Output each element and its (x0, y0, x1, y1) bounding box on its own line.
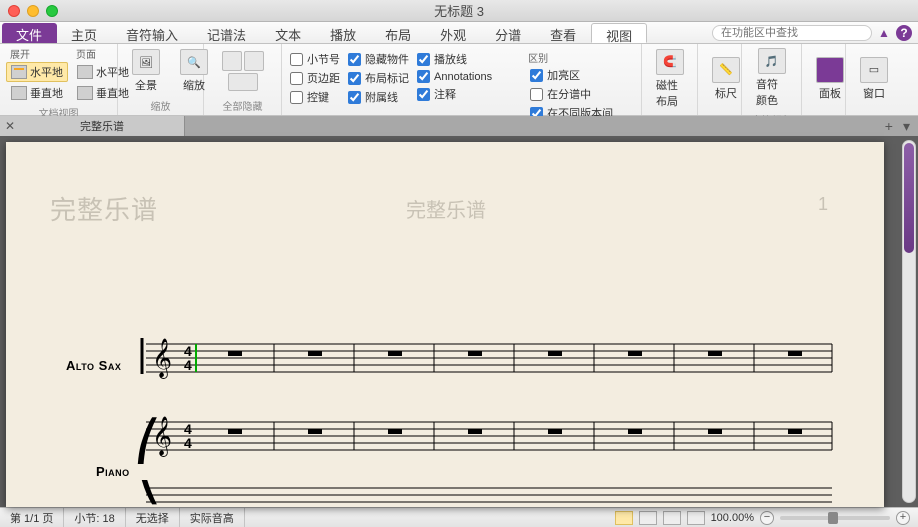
title-bar: 无标题 3 (0, 0, 918, 22)
tab-play[interactable]: 播放 (316, 22, 371, 43)
svg-text:𝄞: 𝄞 (152, 339, 172, 379)
margins-checkbox[interactable]: 页边距 (288, 69, 342, 87)
attach-lines-checkbox[interactable]: 附属线 (346, 88, 411, 106)
hidden-objects-checkbox[interactable]: 隐藏物件 (346, 50, 411, 68)
bar-numbers-checkbox[interactable]: 小节号 (288, 50, 342, 68)
ruler-icon: 📏 (712, 57, 740, 83)
status-bar-number[interactable]: 小节: 18 (64, 508, 125, 527)
svg-text:4: 4 (184, 357, 192, 373)
magnetic-layout-button[interactable]: 🧲磁性布局 (648, 46, 692, 111)
collapse-ribbon-button[interactable]: ▲ (878, 27, 890, 39)
document-tab[interactable]: 完整乐谱 (20, 116, 185, 136)
zoom-value: 100.00% (711, 512, 754, 524)
document-tabstrip: ✕ 完整乐谱 + ▾ (0, 116, 918, 136)
ribbon-tabs: 文件 主页 音符输入 记谱法 文本 播放 布局 外观 分谱 查看 视图 ▲ ? (0, 22, 918, 44)
window-icon: ▭ (860, 57, 888, 83)
status-pitch[interactable]: 实际音高 (180, 508, 245, 527)
comments-checkbox[interactable]: 注释 (415, 85, 494, 103)
staff-piano-treble: ⎛ 𝄞 44 (134, 414, 834, 464)
in-parts-checkbox[interactable]: 在分谱中 (528, 85, 615, 103)
hide-icon-2 (244, 51, 264, 71)
ribbon: 展开 水平地 垂直地 页面 水平地 垂直地 文档视图 🖼全景 🔍缩放 缩放 (0, 44, 918, 116)
close-tab-button[interactable]: ✕ (0, 116, 20, 136)
tab-view[interactable]: 视图 (591, 23, 647, 43)
watermark-left: 完整乐谱 (50, 190, 158, 227)
keys-checkbox[interactable]: 控键 (288, 88, 342, 106)
arrange-label: 区别 (528, 50, 615, 65)
score-canvas[interactable]: 完整乐谱 完整乐谱 1 Alto Sax Piano 𝄞 44 ⎛ 𝄞 44 (0, 136, 918, 507)
zoom-out-button[interactable]: − (760, 511, 774, 525)
score-page: 完整乐谱 完整乐谱 1 Alto Sax Piano 𝄞 44 ⎛ 𝄞 44 (6, 142, 884, 507)
window-button[interactable]: ▭窗口 (852, 46, 896, 111)
ribbon-search-input[interactable] (712, 25, 872, 41)
note-color-button[interactable]: 🎵音符颜色 (748, 46, 795, 110)
highlight-checkbox[interactable]: 加亮区 (528, 66, 615, 84)
svg-text:4: 4 (184, 435, 192, 451)
viewmode-2-button[interactable] (639, 511, 657, 525)
tab-appearance[interactable]: 外观 (426, 22, 481, 43)
vertical-expand-button[interactable]: 垂直地 (6, 83, 68, 103)
page-number: 1 (818, 194, 828, 215)
zoom-slider-thumb[interactable] (828, 512, 838, 524)
watermark-center: 完整乐谱 (406, 194, 486, 223)
tab-note-input[interactable]: 音符输入 (112, 22, 193, 43)
staff-alto-sax: 𝄞 44 (134, 336, 834, 386)
help-button[interactable]: ? (896, 25, 912, 41)
panel-icon (816, 57, 844, 83)
hide-icon-3 (228, 73, 258, 91)
svg-text:𝄞: 𝄞 (152, 417, 172, 457)
tab-menu-button[interactable]: ▾ (899, 118, 914, 135)
staff-piano-bass: ⎝ (134, 480, 834, 507)
tab-layout[interactable]: 布局 (371, 22, 426, 43)
status-page[interactable]: 第 1/1 页 (0, 508, 64, 527)
zoom-slider[interactable] (780, 516, 890, 520)
viewmode-4-button[interactable] (687, 511, 705, 525)
svg-text:⎝: ⎝ (134, 480, 162, 505)
magnet-icon: 🧲 (656, 49, 684, 75)
tab-text[interactable]: 文本 (261, 22, 316, 43)
layout-marks-checkbox[interactable]: 布局标记 (346, 69, 411, 87)
tab-review[interactable]: 查看 (536, 22, 591, 43)
expand-label: 展开 (6, 46, 68, 61)
status-bar: 第 1/1 页 小节: 18 无选择 实际音高 100.00% − + (0, 507, 918, 527)
instrument-alto-sax: Alto Sax (66, 358, 121, 373)
zoom-in-button[interactable]: + (896, 511, 910, 525)
vertical-scrollbar[interactable] (902, 140, 916, 503)
playback-line-checkbox[interactable]: 播放线 (415, 50, 494, 68)
instrument-piano: Piano (96, 464, 130, 479)
status-selection: 无选择 (126, 508, 180, 527)
tab-parts[interactable]: 分谱 (481, 22, 536, 43)
hide-icon-1 (222, 51, 242, 71)
annotations-checkbox[interactable]: Annotations (415, 69, 494, 84)
horizontal-expand-button[interactable]: 水平地 (6, 62, 68, 82)
panorama-button[interactable]: 🖼全景 (124, 46, 168, 96)
panorama-icon: 🖼 (132, 49, 160, 75)
tab-notation[interactable]: 记谱法 (193, 22, 261, 43)
scrollbar-thumb[interactable] (904, 143, 914, 253)
group-zoom-label: 缩放 (124, 96, 197, 115)
viewmode-1-button[interactable] (615, 511, 633, 525)
viewmode-3-button[interactable] (663, 511, 681, 525)
tab-file[interactable]: 文件 (2, 23, 57, 43)
tab-home[interactable]: 主页 (57, 22, 112, 43)
add-tab-button[interactable]: + (881, 118, 897, 134)
note-color-icon: 🎵 (758, 48, 786, 74)
hide-all-button[interactable]: 全部隐藏 (210, 96, 275, 115)
window-title: 无标题 3 (0, 1, 918, 20)
